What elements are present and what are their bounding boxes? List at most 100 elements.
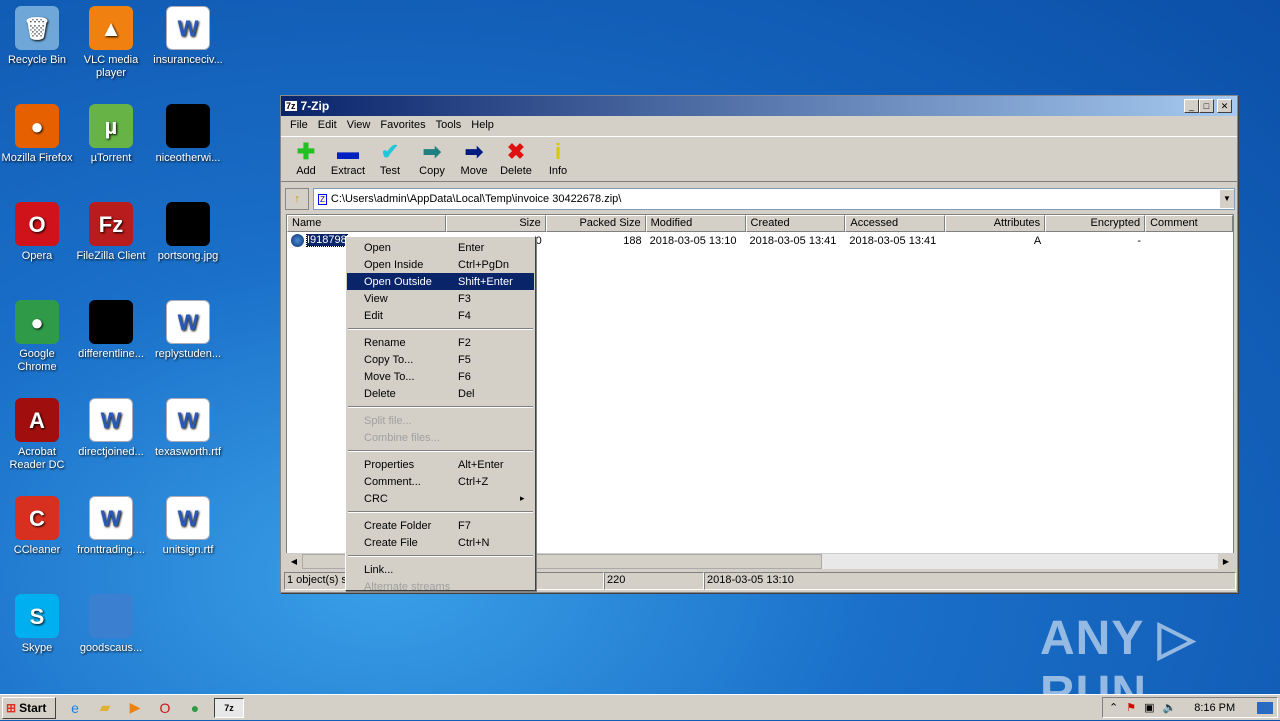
desktop-icon[interactable]: µ µTorrent: [74, 104, 148, 165]
column-header-size[interactable]: Size: [445, 215, 546, 232]
opera-taskbar-icon[interactable]: O: [154, 698, 176, 718]
cell-modified: 2018-03-05 13:10: [649, 234, 737, 247]
column-header-attributes[interactable]: Attributes: [945, 215, 1046, 232]
desktop-icon[interactable]: Wtexasworth.rtf: [151, 398, 225, 459]
desktop-icon-label: VLC media player: [83, 54, 139, 79]
media-player-icon[interactable]: ▶: [124, 698, 146, 718]
menu-file[interactable]: File: [285, 119, 313, 133]
context-menu-item-edit[interactable]: Edit F4: [347, 307, 534, 324]
move-icon: ➡: [464, 139, 484, 164]
7zip-task-button[interactable]: 7z: [214, 697, 244, 718]
address-field[interactable]: Z C:\Users\admin\AppData\Local\Temp\invo…: [313, 188, 1235, 210]
context-menu-item-comment[interactable]: Comment... Ctrl+Z: [347, 473, 534, 490]
desktop-icon[interactable]: ● Mozilla Firefox: [0, 104, 74, 165]
context-menu-item-open-outside[interactable]: Open Outside Shift+Enter: [347, 273, 534, 290]
menu-tools[interactable]: Tools: [431, 119, 467, 133]
desktop-icon[interactable]: O Opera: [0, 202, 74, 263]
desktop-icon[interactable]: portsong.jpg: [151, 202, 225, 263]
chrome-icon: ●: [15, 300, 59, 344]
toolbar-extract-button[interactable]: ▬ Extract: [329, 139, 367, 179]
desktop-icon[interactable]: Wdirectjoined...: [74, 398, 148, 459]
blank-file-icon: [89, 594, 133, 638]
menu-help[interactable]: Help: [466, 119, 499, 133]
action-center-flag-icon[interactable]: ⚑: [1126, 701, 1136, 714]
desktop-icon[interactable]: ▲ VLC media player: [74, 6, 148, 80]
desktop-icon[interactable]: S Skype: [0, 594, 74, 655]
context-menu-item-create-folder[interactable]: Create Folder F7: [347, 517, 534, 534]
clock[interactable]: 8:16 PM: [1194, 702, 1235, 714]
menu-item-label: Split file...: [364, 414, 412, 427]
toolbar-test-button[interactable]: ✔ Test: [371, 139, 409, 179]
desktop-icon[interactable]: A Acrobat Reader DC: [0, 398, 74, 472]
desktop-icon[interactable]: goodscaus...: [74, 594, 148, 655]
context-menu-item-link[interactable]: Link...: [347, 561, 534, 578]
menu-favorites[interactable]: Favorites: [375, 119, 430, 133]
desktop-icon[interactable]: 🗑 Recycle Bin: [0, 6, 74, 67]
column-header-modified[interactable]: Modified: [645, 215, 746, 232]
context-menu-item-split-file: Split file...: [347, 412, 534, 429]
up-folder-button[interactable]: ↑: [285, 188, 309, 210]
cell-packed: 188: [623, 234, 642, 247]
maximize-button[interactable]: □: [1199, 99, 1214, 113]
system-tray: ⌃ ⚑ ▣ 🔈 8:16 PM: [1102, 697, 1278, 718]
desktop-icon[interactable]: niceotherwi...: [151, 104, 225, 165]
desktop-icon[interactable]: Winsuranceciv...: [151, 6, 225, 67]
column-header-accessed[interactable]: Accessed: [845, 215, 946, 232]
column-header-comment[interactable]: Comment: [1145, 215, 1233, 232]
address-dropdown-button[interactable]: ▼: [1220, 190, 1234, 208]
acrobat-icon: A: [15, 398, 59, 442]
menu-item-label: Copy To...: [364, 353, 414, 366]
toolbar-add-button[interactable]: ✚ Add: [287, 139, 325, 179]
toolbar-label: Copy: [419, 165, 445, 177]
menu-view[interactable]: View: [342, 119, 376, 133]
desktop-icon[interactable]: differentline...: [74, 300, 148, 361]
close-button[interactable]: ✕: [1217, 99, 1232, 113]
context-menu-item-crc[interactable]: CRC ▸: [347, 490, 534, 507]
context-menu-item-open-inside[interactable]: Open Inside Ctrl+PgDn: [347, 256, 534, 273]
menu-item-shortcut: F6: [458, 370, 471, 383]
title-bar[interactable]: 7z 7-Zip: [281, 96, 1237, 116]
menu-separator: [348, 328, 533, 330]
context-menu-item-properties[interactable]: Properties Alt+Enter: [347, 456, 534, 473]
toolbar-info-button[interactable]: i Info: [539, 139, 577, 179]
word-doc-icon: W: [89, 496, 133, 540]
menu-edit[interactable]: Edit: [313, 119, 342, 133]
show-desktop-icon[interactable]: [1257, 701, 1273, 714]
desktop-icon[interactable]: Wreplystuden...: [151, 300, 225, 361]
word-doc-icon: W: [166, 6, 210, 50]
minimize-button[interactable]: _: [1184, 99, 1199, 113]
chrome-taskbar-icon[interactable]: ●: [184, 698, 206, 718]
desktop-icon[interactable]: Wunitsign.rtf: [151, 496, 225, 557]
vlc-icon: ▲: [89, 6, 133, 50]
volume-icon[interactable]: 🔈: [1163, 701, 1177, 714]
column-header-encrypted[interactable]: Encrypted: [1045, 215, 1146, 232]
show-hidden-icons-button[interactable]: ⌃: [1109, 701, 1118, 714]
start-button[interactable]: ⊞ Start: [2, 696, 56, 719]
toolbar-copy-button[interactable]: ➡ Copy: [413, 139, 451, 179]
desktop-icon[interactable]: ● Google Chrome: [0, 300, 74, 374]
context-menu-item-copy-to[interactable]: Copy To... F5: [347, 351, 534, 368]
ie-icon[interactable]: e: [64, 698, 86, 718]
scroll-left-button[interactable]: ◀: [286, 554, 302, 569]
window-title: 7-Zip: [300, 99, 330, 113]
column-header-name[interactable]: Name: [287, 215, 446, 232]
context-menu-item-open[interactable]: Open Enter: [347, 239, 534, 256]
column-header-created[interactable]: Created: [745, 215, 846, 232]
context-menu-item-create-file[interactable]: Create File Ctrl+N: [347, 534, 534, 551]
toolbar-delete-button[interactable]: ✖ Delete: [497, 139, 535, 179]
menu-separator: [348, 555, 533, 557]
desktop-icon[interactable]: Fz FileZilla Client: [74, 202, 148, 263]
context-menu-item-rename[interactable]: Rename F2: [347, 334, 534, 351]
scroll-right-button[interactable]: ▶: [1218, 554, 1234, 569]
desktop-icon-label: niceotherwi...: [155, 152, 221, 164]
context-menu-item-view[interactable]: View F3: [347, 290, 534, 307]
word-doc-icon: W: [89, 398, 133, 442]
context-menu-item-move-to[interactable]: Move To... F6: [347, 368, 534, 385]
explorer-icon[interactable]: ▰: [94, 698, 116, 718]
column-header-packed-size[interactable]: Packed Size: [545, 215, 646, 232]
context-menu-item-delete[interactable]: Delete Del: [347, 385, 534, 402]
desktop-icon[interactable]: Wfronttrading....: [74, 496, 148, 557]
network-icon[interactable]: ▣: [1144, 701, 1154, 714]
toolbar-move-button[interactable]: ➡ Move: [455, 139, 493, 179]
desktop-icon[interactable]: C CCleaner: [0, 496, 74, 557]
